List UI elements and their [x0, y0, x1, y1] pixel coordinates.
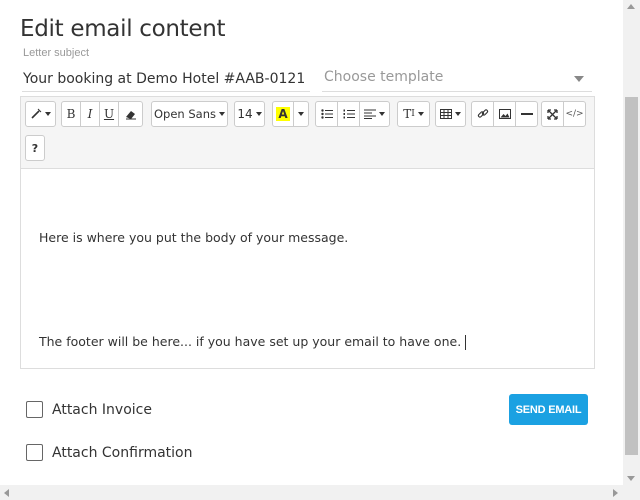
- body-text: Here is where you put the body of your m…: [39, 230, 349, 245]
- attach-confirmation-label: Attach Confirmation: [52, 444, 193, 461]
- underline-button[interactable]: U: [99, 101, 119, 127]
- help-group: ?: [25, 135, 45, 161]
- align-dropdown[interactable]: [359, 101, 390, 127]
- chevron-down-icon: [379, 112, 385, 116]
- scroll-left-icon[interactable]: [4, 489, 9, 497]
- view-group: </>: [541, 101, 586, 127]
- template-select[interactable]: Choose template: [322, 66, 592, 92]
- editor-toolbar: B I U Open Sans 14 A T I </> ?: [21, 97, 594, 169]
- vertical-scrollbar[interactable]: [623, 0, 640, 485]
- attach-invoice-checkbox[interactable]: [26, 401, 43, 418]
- numbered-list-icon: [343, 109, 355, 119]
- chevron-down-icon: [45, 112, 51, 116]
- image-icon: [498, 109, 511, 119]
- font-family-group: Open Sans: [151, 101, 228, 127]
- paragraph-group: [315, 101, 390, 127]
- bullet-list-button[interactable]: [315, 101, 338, 127]
- fullscreen-icon: [547, 108, 558, 120]
- horizontal-rule-button[interactable]: [515, 101, 538, 127]
- italic-button[interactable]: I: [80, 101, 100, 127]
- table-icon: [440, 109, 452, 119]
- link-button[interactable]: [471, 101, 494, 127]
- font-family-value: Open Sans: [154, 107, 216, 121]
- format-group: B I U: [61, 101, 143, 127]
- email-editor-dialog: Edit email content Letter subject Choose…: [0, 0, 640, 500]
- eraser-button[interactable]: [118, 101, 143, 127]
- rich-text-editor: B I U Open Sans 14 A T I </> ? Here is w…: [20, 96, 595, 369]
- bold-button[interactable]: B: [61, 101, 81, 127]
- chevron-down-icon: [574, 76, 584, 82]
- line-height-group: TI: [397, 101, 430, 127]
- table-dropdown[interactable]: [435, 101, 466, 127]
- chevron-down-icon: [298, 112, 304, 116]
- chevron-down-icon: [219, 112, 225, 116]
- chevron-down-icon: [255, 112, 262, 116]
- text-height-dropdown[interactable]: TI: [397, 101, 430, 127]
- eraser-icon: [125, 110, 136, 119]
- chevron-down-icon: [455, 112, 461, 116]
- subject-input[interactable]: [22, 66, 310, 92]
- scroll-right-icon[interactable]: [613, 489, 618, 497]
- insert-group: [471, 101, 538, 127]
- font-size-group: 14: [234, 101, 265, 127]
- code-view-button[interactable]: </>: [563, 101, 586, 127]
- text-height-icon: T: [403, 107, 412, 121]
- color-group: A: [272, 101, 309, 127]
- style-group: [25, 101, 56, 127]
- horizontal-scrollbar[interactable]: [0, 485, 640, 500]
- font-color-dropdown[interactable]: [293, 101, 309, 127]
- text-cursor: [465, 335, 467, 350]
- attach-confirmation-checkbox[interactable]: [26, 444, 43, 461]
- scroll-up-icon[interactable]: [627, 4, 635, 9]
- scroll-down-icon[interactable]: [627, 476, 635, 481]
- attach-invoice-label: Attach Invoice: [52, 401, 152, 418]
- font-family-dropdown[interactable]: Open Sans: [151, 101, 228, 127]
- help-button[interactable]: ?: [25, 135, 45, 161]
- footer-line: The footer will be here... if you have s…: [39, 334, 462, 349]
- attach-confirmation-option[interactable]: Attach Confirmation: [26, 444, 193, 461]
- magic-wand-icon: [31, 108, 42, 119]
- font-size-value: 14: [237, 107, 253, 121]
- numbered-list-button[interactable]: [337, 101, 360, 127]
- align-left-icon: [364, 109, 376, 119]
- table-group: [435, 101, 466, 127]
- send-email-button[interactable]: SEND EMAIL: [509, 394, 588, 425]
- font-color-value: A: [276, 107, 290, 121]
- fullscreen-button[interactable]: [541, 101, 564, 127]
- dialog-title: Edit email content: [20, 16, 226, 42]
- template-placeholder: Choose template: [324, 69, 444, 85]
- magic-wand-button[interactable]: [25, 101, 56, 127]
- bullet-list-icon: [320, 109, 333, 119]
- font-color-button[interactable]: A: [272, 101, 294, 127]
- font-size-dropdown[interactable]: 14: [234, 101, 265, 127]
- horizontal-rule-icon: [520, 113, 533, 115]
- attach-invoice-option[interactable]: Attach Invoice: [26, 401, 152, 418]
- chevron-down-icon: [417, 112, 424, 116]
- footer-text: The footer will be here... if you have s…: [30, 334, 475, 350]
- image-button[interactable]: [493, 101, 516, 127]
- subject-label: Letter subject: [23, 47, 90, 59]
- link-icon: [477, 109, 488, 118]
- scroll-thumb[interactable]: [625, 97, 638, 455]
